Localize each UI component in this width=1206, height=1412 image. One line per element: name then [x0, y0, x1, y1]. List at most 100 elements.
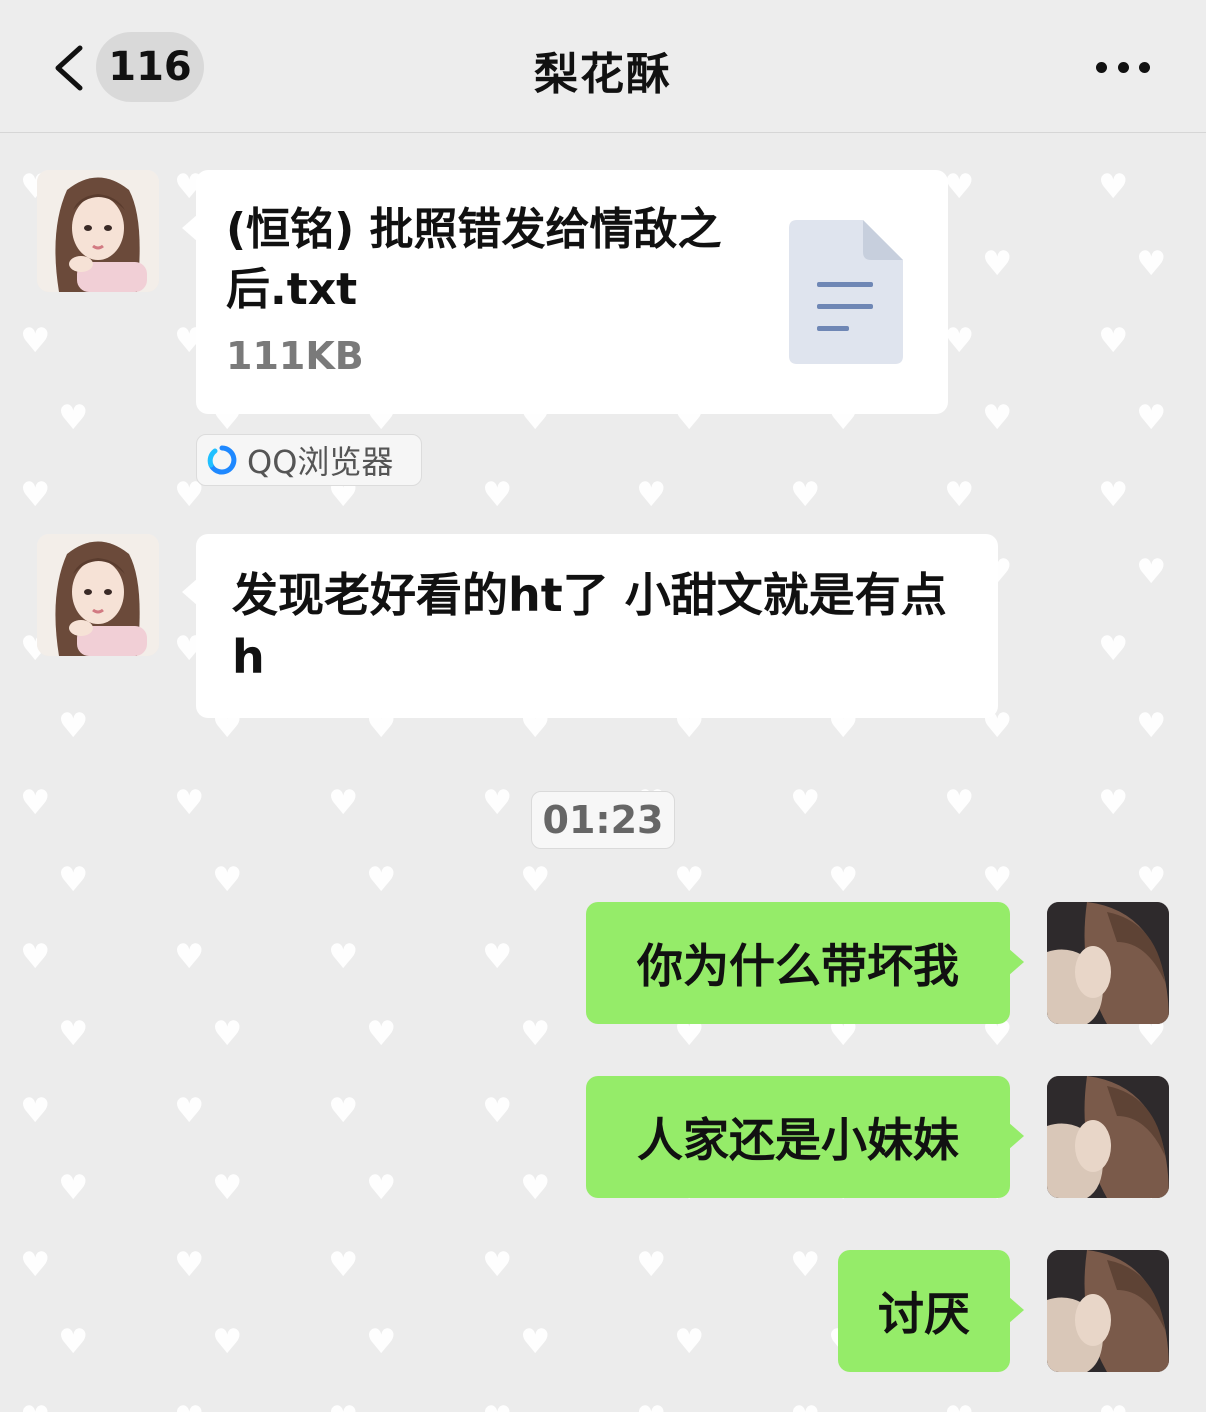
background-heart: ♥	[482, 1402, 512, 1412]
background-heart: ♥	[790, 783, 821, 823]
background-heart: ♥	[20, 1245, 51, 1285]
background-heart: ♥	[1136, 244, 1167, 284]
background-heart: ♥	[366, 1322, 397, 1362]
background-heart: ♥	[212, 1322, 243, 1362]
file-size: 111KB	[226, 334, 364, 378]
background-heart: ♥	[20, 937, 51, 977]
background-heart: ♥	[482, 937, 513, 977]
background-heart: ♥	[944, 167, 975, 207]
background-heart: ♥	[674, 860, 705, 900]
background-heart: ♥	[328, 1245, 359, 1285]
background-heart: ♥	[520, 1014, 551, 1054]
file-name: (恒铭) 批照错发给情敌之后.txt	[226, 204, 722, 315]
background-heart: ♥	[1098, 475, 1129, 515]
message-text: 发现老好看的ht了 小甜文就是有点h	[232, 568, 947, 684]
my-avatar[interactable]	[1047, 1250, 1169, 1372]
file-message-bubble[interactable]: (恒铭) 批照错发给情敌之后.txt 111KB	[182, 170, 948, 414]
background-heart: ♥	[58, 1168, 89, 1208]
background-heart: ♥	[790, 1402, 820, 1412]
contact-avatar[interactable]	[37, 170, 159, 292]
background-heart: ♥	[366, 1014, 397, 1054]
background-heart: ♥	[58, 706, 89, 746]
background-heart: ♥	[58, 1014, 89, 1054]
background-heart: ♥	[328, 1091, 359, 1131]
outgoing-message-bubble[interactable]: 讨厌	[838, 1250, 1024, 1372]
background-heart: ♥	[20, 475, 51, 515]
message-text: 你为什么带坏我	[637, 939, 959, 993]
background-heart: ♥	[58, 398, 89, 438]
background-heart: ♥	[174, 783, 205, 823]
contact-avatar-image	[37, 170, 159, 292]
background-heart: ♥	[212, 860, 243, 900]
background-heart: ♥	[790, 475, 821, 515]
background-heart: ♥	[20, 1091, 51, 1131]
source-app-label: QQ浏览器	[247, 443, 394, 481]
chat-title: 梨花酥	[534, 49, 672, 100]
more-options-icon[interactable]	[1096, 56, 1150, 78]
background-heart: ♥	[982, 398, 1013, 438]
background-heart: ♥	[636, 475, 667, 515]
dot	[1117, 61, 1129, 73]
background-heart: ♥	[482, 1091, 513, 1131]
background-heart: ♥	[174, 1245, 205, 1285]
outgoing-message-bubble[interactable]: 人家还是小妹妹	[586, 1076, 1024, 1198]
background-heart: ♥	[482, 783, 513, 823]
background-heart: ♥	[944, 1402, 974, 1412]
background-heart: ♥	[58, 860, 89, 900]
background-heart: ♥	[482, 1245, 513, 1285]
background-heart: ♥	[674, 1322, 705, 1362]
background-heart: ♥	[1136, 860, 1167, 900]
chat-header: 116 梨花酥	[0, 0, 1206, 133]
background-heart: ♥	[212, 1168, 243, 1208]
my-avatar[interactable]	[1047, 902, 1169, 1024]
my-avatar-image	[1047, 902, 1169, 1024]
contact-avatar-image	[37, 534, 159, 656]
outgoing-message-bubble[interactable]: 你为什么带坏我	[586, 902, 1024, 1024]
document-icon	[789, 220, 903, 364]
background-heart: ♥	[174, 1402, 204, 1412]
background-heart: ♥	[1098, 783, 1129, 823]
background-heart: ♥	[1136, 706, 1167, 746]
background-heart: ♥	[366, 860, 397, 900]
background-heart: ♥	[328, 937, 359, 977]
contact-avatar[interactable]	[37, 534, 159, 656]
background-heart: ♥	[944, 321, 975, 361]
background-heart: ♥	[1098, 167, 1129, 207]
background-heart: ♥	[636, 1402, 666, 1412]
background-heart: ♥	[982, 244, 1013, 284]
my-avatar-image	[1047, 1076, 1169, 1198]
background-heart: ♥	[20, 1402, 50, 1412]
incoming-message-bubble[interactable]: 发现老好看的ht了 小甜文就是有点h	[182, 534, 998, 718]
background-heart: ♥	[1136, 398, 1167, 438]
background-heart: ♥	[982, 860, 1013, 900]
my-avatar[interactable]	[1047, 1076, 1169, 1198]
background-heart: ♥	[520, 860, 551, 900]
background-heart: ♥	[636, 1245, 667, 1285]
dot	[1096, 61, 1107, 73]
background-heart: ♥	[1098, 629, 1129, 669]
message-text: 人家还是小妹妹	[637, 1113, 959, 1167]
background-heart: ♥	[20, 321, 51, 361]
background-heart: ♥	[212, 1014, 243, 1054]
source-app-tag[interactable]: QQ浏览器	[196, 434, 422, 486]
background-heart: ♥	[944, 475, 975, 515]
background-heart: ♥	[328, 1402, 358, 1412]
background-heart: ♥	[1136, 552, 1167, 592]
background-heart: ♥	[174, 1091, 205, 1131]
background-heart: ♥	[790, 1245, 821, 1285]
background-heart: ♥	[520, 1168, 551, 1208]
background-heart: ♥	[20, 783, 51, 823]
background-heart: ♥	[944, 783, 975, 823]
background-heart: ♥	[1098, 321, 1129, 361]
background-heart: ♥	[482, 475, 513, 515]
qq-browser-icon	[207, 445, 237, 475]
background-heart: ♥	[58, 1322, 89, 1362]
background-heart: ♥	[1098, 1402, 1128, 1412]
background-heart: ♥	[366, 1168, 397, 1208]
background-heart: ♥	[828, 860, 859, 900]
dot	[1139, 61, 1150, 73]
background-heart: ♥	[520, 1322, 551, 1362]
my-avatar-image	[1047, 1250, 1169, 1372]
background-heart: ♥	[328, 783, 359, 823]
message-text: 讨厌	[878, 1287, 970, 1341]
